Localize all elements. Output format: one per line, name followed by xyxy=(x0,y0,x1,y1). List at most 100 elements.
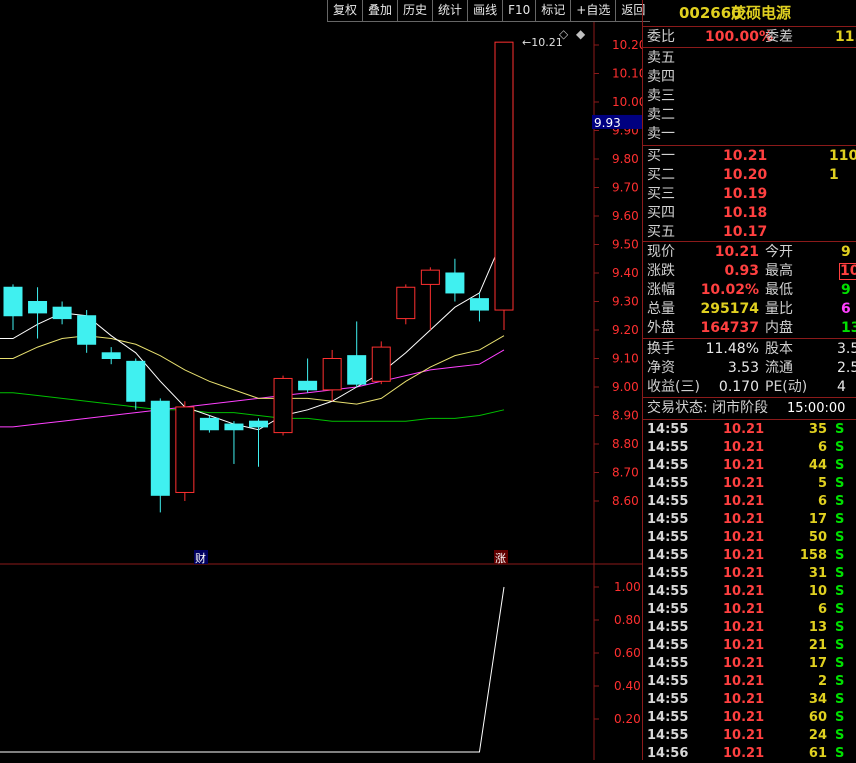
tick-volume: 13 xyxy=(808,620,827,635)
candle-body[interactable] xyxy=(445,272,465,294)
tick-price: 10.21 xyxy=(723,422,765,437)
candle-body[interactable] xyxy=(371,346,391,382)
weicha-label: 委差 xyxy=(765,29,793,45)
price-tick-label: 8.60 xyxy=(612,494,639,508)
candle-body[interactable] xyxy=(77,315,97,345)
price-tick-label: 10.10 xyxy=(612,67,642,81)
tick-side: S xyxy=(835,746,845,761)
candle-body[interactable] xyxy=(199,417,219,431)
quote-label: 涨幅 xyxy=(647,282,675,298)
buy-row[interactable]: 买二 10.20 1 xyxy=(645,166,856,185)
candle-body[interactable] xyxy=(396,286,416,320)
quote-value-2: 1304 xyxy=(841,320,856,336)
finance-marker[interactable]: 财 xyxy=(195,551,206,565)
tick-price: 10.21 xyxy=(723,440,765,455)
trade-status-label: 交易状态: 闭市阶段 xyxy=(647,400,769,416)
tick-volume: 5 xyxy=(817,476,827,491)
tick-price: 10.21 xyxy=(723,494,765,509)
candle-body[interactable] xyxy=(420,269,440,285)
price-tick-label: 10.00 xyxy=(612,95,642,109)
ma-slow-line xyxy=(0,349,505,428)
tick-side: S xyxy=(835,584,845,599)
tick-volume: 2 xyxy=(817,674,827,689)
divider xyxy=(643,47,856,48)
price-tick-label: 9.80 xyxy=(612,152,639,166)
tick-row: 14:55 10.21 6 S xyxy=(643,493,856,511)
buy-label: 买三 xyxy=(647,186,675,202)
limit-up-marker[interactable]: 涨 xyxy=(495,552,506,565)
divider xyxy=(643,397,856,398)
tick-row: 14:55 10.21 17 S xyxy=(643,511,856,529)
buy-label: 买五 xyxy=(647,224,675,240)
indicator-line xyxy=(0,586,505,753)
fin-label: 净资 xyxy=(647,360,675,376)
toolbar-button-6[interactable]: 标记 xyxy=(535,0,571,22)
tick-volume: 6 xyxy=(817,602,827,617)
candle-body[interactable] xyxy=(150,400,170,496)
tick-time: 14:55 xyxy=(647,674,689,689)
candle-body[interactable] xyxy=(494,41,514,311)
candle-body[interactable] xyxy=(273,377,293,434)
candle-body[interactable] xyxy=(249,420,268,428)
tick-price: 10.21 xyxy=(723,746,765,761)
tick-side: S xyxy=(835,476,845,491)
buy-price: 10.20 xyxy=(723,167,768,183)
tick-row: 14:55 10.21 21 S xyxy=(643,637,856,655)
price-tick-label: 9.70 xyxy=(612,181,639,195)
tick-time: 14:55 xyxy=(647,494,689,509)
sell-label: 卖二 xyxy=(647,107,675,123)
price-tick-label: 9.20 xyxy=(612,323,639,337)
quote-label: 外盘 xyxy=(647,320,675,336)
candle-body[interactable] xyxy=(347,355,367,385)
toolbar-button-2[interactable]: 历史 xyxy=(397,0,433,22)
toolbar-button-0[interactable]: 复权 xyxy=(327,0,363,22)
candle-body[interactable] xyxy=(322,358,342,391)
tick-price: 10.21 xyxy=(723,656,765,671)
candle-body[interactable] xyxy=(126,360,146,402)
fin-row: 换手 11.48% 股本 3.57 xyxy=(645,340,856,359)
quote-row: 外盘 164737 内盘 1304 xyxy=(645,319,856,338)
tick-volume: 6 xyxy=(817,494,827,509)
stock-name: 茂硕电源 xyxy=(731,4,792,22)
weibi-label: 委比 xyxy=(647,29,675,45)
tick-row: 14:55 10.21 34 S xyxy=(643,691,856,709)
candle-body[interactable] xyxy=(3,286,23,317)
fin-label: 收益(三) xyxy=(647,379,700,395)
candle-body[interactable] xyxy=(175,406,195,493)
candle-body[interactable] xyxy=(101,352,121,359)
candle-body[interactable] xyxy=(469,298,489,311)
toolbar-button-3[interactable]: 统计 xyxy=(432,0,468,22)
buy-price: 10.21 xyxy=(723,148,768,164)
tick-volume: 158 xyxy=(799,548,827,563)
sell-label: 卖三 xyxy=(647,88,675,104)
tick-time: 14:55 xyxy=(647,728,689,743)
toolbar-button-1[interactable]: 叠加 xyxy=(362,0,398,22)
buy-row[interactable]: 买五 10.17 xyxy=(645,223,856,242)
tick-price: 10.21 xyxy=(723,602,765,617)
candle-body[interactable] xyxy=(28,301,48,314)
tick-side: S xyxy=(835,440,845,455)
price-tick-label: 10.20 xyxy=(612,38,642,52)
tick-row: 14:55 10.21 13 S xyxy=(643,619,856,637)
price-tick-label: 9.00 xyxy=(612,380,639,394)
quote-label-2: 最低 xyxy=(765,282,793,298)
kline-chart[interactable]: 10.2010.1010.009.909.809.709.609.509.409… xyxy=(0,22,642,760)
buy-row[interactable]: 买一 10.21 1100 xyxy=(645,147,856,166)
crosshair-icon[interactable]: ◆ xyxy=(576,27,586,41)
toolbar-button-4[interactable]: 画线 xyxy=(467,0,503,22)
candle-body[interactable] xyxy=(52,306,72,320)
ma-fast-line xyxy=(0,235,505,431)
tick-side: S xyxy=(835,458,845,473)
buy-row[interactable]: 买三 10.19 xyxy=(645,185,856,204)
candle-body[interactable] xyxy=(298,380,318,391)
buy-row[interactable]: 买四 10.18 xyxy=(645,204,856,223)
candle-body[interactable] xyxy=(224,423,244,431)
tick-side: S xyxy=(835,512,845,527)
toolbar-button-5[interactable]: F10 xyxy=(502,0,536,22)
tick-volume: 35 xyxy=(808,422,827,437)
tick-side: S xyxy=(835,530,845,545)
quote-value: 10.21 xyxy=(714,244,759,260)
toolbar-button-7[interactable]: +自选 xyxy=(570,0,616,22)
tick-time: 14:55 xyxy=(647,440,689,455)
tick-price: 10.21 xyxy=(723,548,765,563)
